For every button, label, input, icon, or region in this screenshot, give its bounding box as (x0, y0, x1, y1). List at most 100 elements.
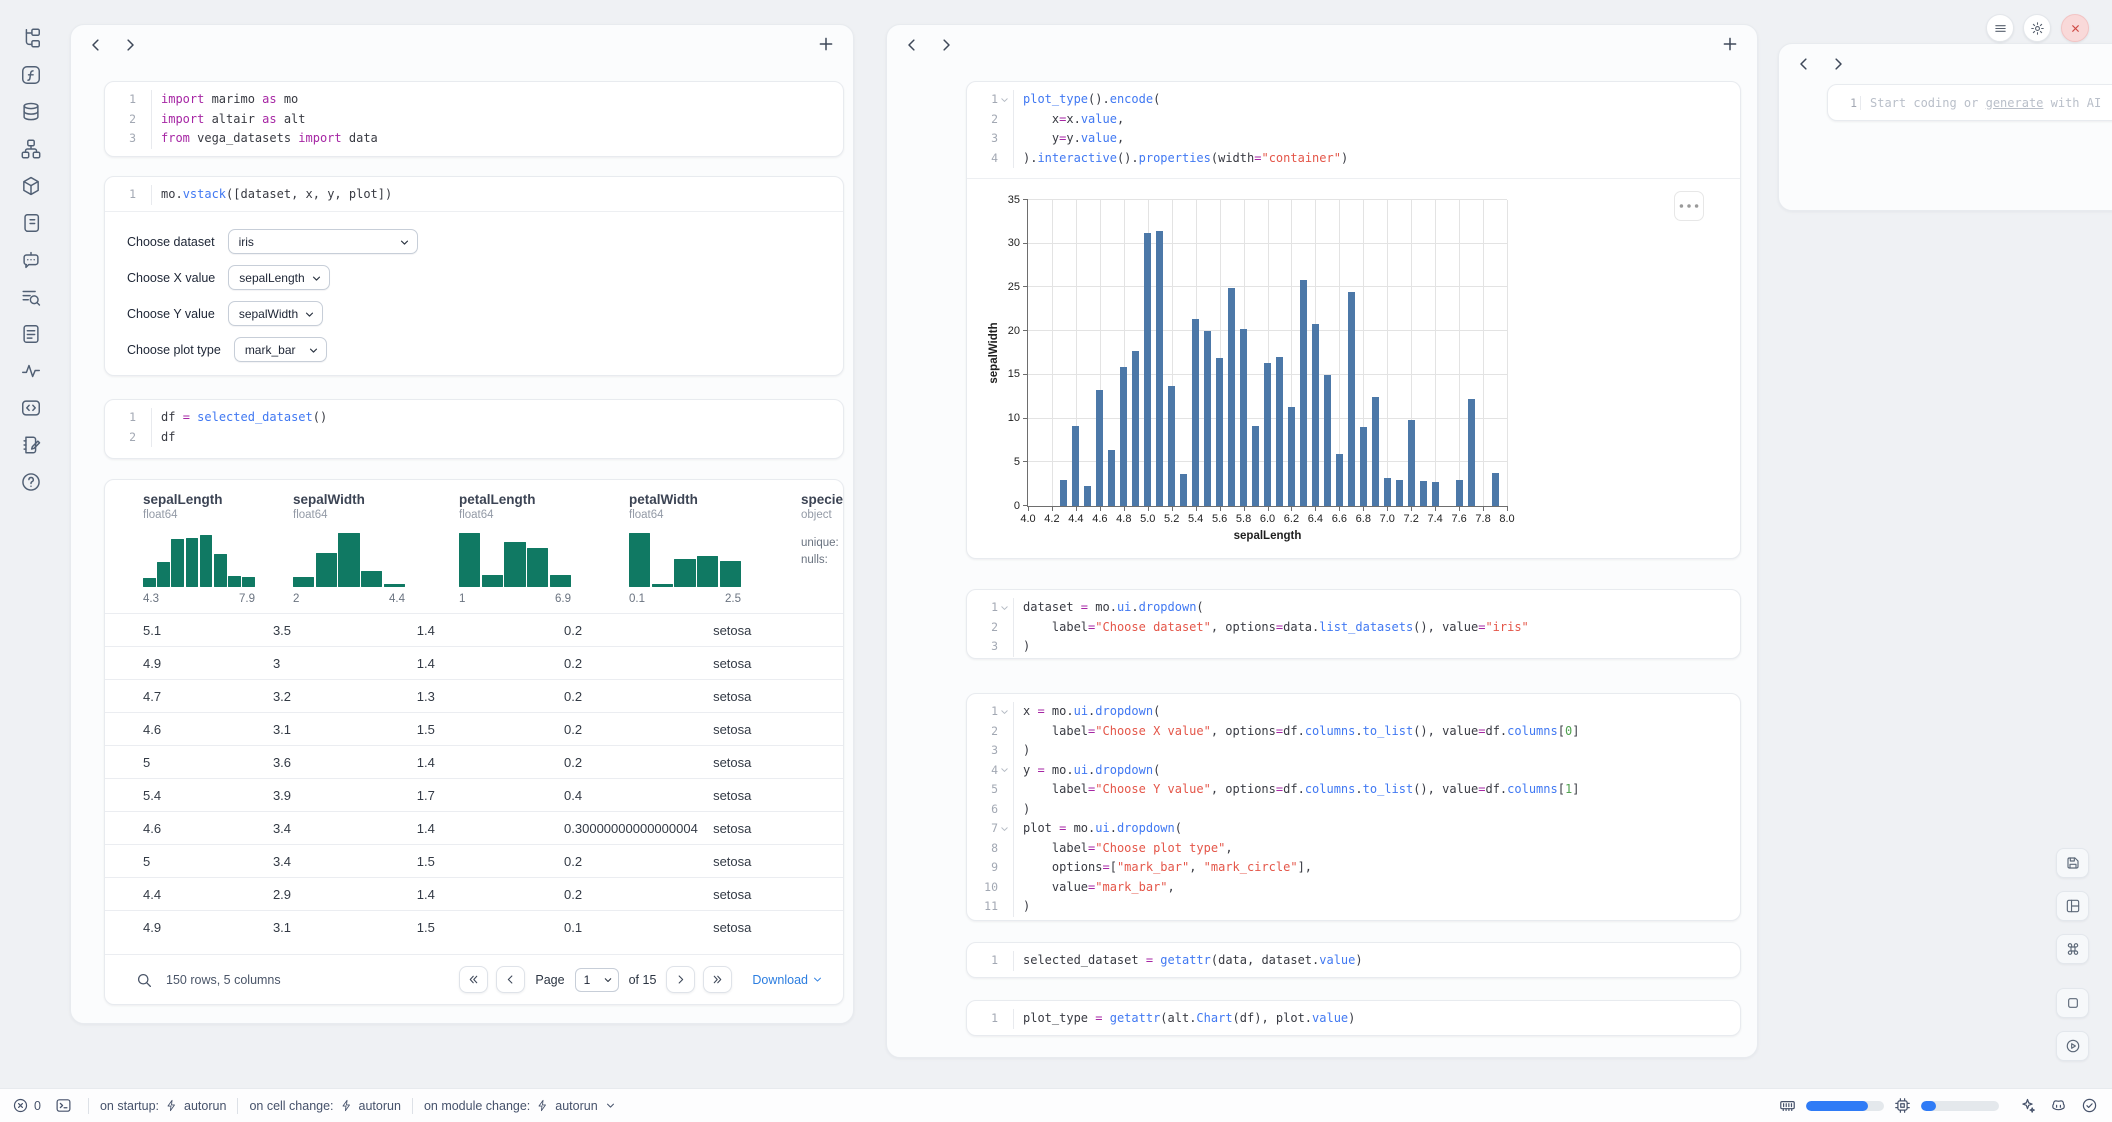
settings-button[interactable] (2023, 14, 2051, 42)
code-text: label="Choose dataset", options=data.lis… (1013, 618, 1529, 638)
code-token: df. (1485, 724, 1507, 738)
code-token: . (1355, 782, 1362, 796)
x-tick-mark (1124, 506, 1125, 511)
code-token: ( (1196, 600, 1203, 614)
code-text: df (151, 428, 175, 448)
fold-chevron-icon[interactable] (999, 707, 1010, 717)
fold-chevron-icon[interactable] (999, 95, 1010, 105)
code-editor[interactable]: 1plot_type = getattr(alt.Chart(df), plot… (967, 1001, 1740, 1036)
chevron-right-icon[interactable] (1829, 55, 1847, 73)
code-editor[interactable]: 1x = mo.ui.dropdown(2 label="Choose X va… (967, 694, 1740, 921)
column-header[interactable]: petalWidthfloat640.12.5 (629, 492, 801, 605)
code-editor[interactable]: 1mo.vstack([dataset, x, y, plot]) (105, 177, 843, 211)
first-page-button[interactable] (459, 966, 488, 993)
fold-spacer (999, 1014, 1010, 1024)
function-icon[interactable] (20, 64, 42, 86)
table-cell: 1.4 (417, 656, 564, 671)
bar-chart[interactable]: sepalWidth sepalLength 4.04.24.44.64.85.… (1028, 200, 1507, 506)
table-cell: 0.1 (564, 920, 713, 935)
menu-button[interactable] (1986, 14, 2014, 42)
download-button[interactable]: Download (752, 973, 823, 987)
dropdown-select[interactable]: mark_bar (234, 337, 327, 362)
code-input[interactable]: Start coding or generate with AI (1860, 96, 2101, 110)
line-number: 4 (967, 149, 1013, 169)
code-token: ] (1572, 724, 1579, 738)
code-line: 1mo.vstack([dataset, x, y, plot]) (105, 185, 843, 205)
code-token: as (262, 92, 276, 106)
chatbot-icon[interactable] (20, 249, 42, 271)
copilot-icon[interactable] (2050, 1097, 2067, 1114)
code-token: df (161, 430, 175, 444)
column-header[interactable]: sepalLengthfloat644.37.9 (143, 492, 293, 605)
x-tick-mark (1435, 506, 1436, 511)
last-page-button[interactable] (703, 966, 732, 993)
generate-link[interactable]: generate (1986, 96, 2044, 110)
database-icon[interactable] (20, 101, 42, 123)
prev-page-button[interactable] (496, 966, 525, 993)
cpu-icon (1894, 1097, 1911, 1114)
add-cell-icon[interactable] (817, 35, 835, 53)
column-header[interactable]: sepalWidthfloat6424.4 (293, 492, 459, 605)
code-token: label (1023, 841, 1088, 855)
search-icon[interactable] (135, 971, 153, 989)
close-button[interactable] (2061, 14, 2089, 42)
dropdown-select[interactable]: sepalWidth (228, 301, 323, 326)
histogram-bar (720, 561, 741, 587)
fold-chevron-icon[interactable] (999, 824, 1010, 834)
fold-chevron-icon[interactable] (999, 603, 1010, 613)
code-token: mo. (1088, 600, 1117, 614)
chart-bar (1228, 288, 1235, 506)
lightning-icon (536, 1099, 549, 1112)
stop-button[interactable] (2056, 988, 2089, 1018)
file-tree-icon[interactable] (20, 27, 42, 49)
terminal-icon[interactable] (55, 1097, 72, 1114)
column-header[interactable]: speciesobjectunique:nulls: (801, 492, 843, 605)
scratchpad-icon[interactable] (20, 434, 42, 456)
chevron-right-icon[interactable] (937, 36, 955, 54)
code-snippet-icon[interactable] (20, 397, 42, 419)
column-header[interactable]: petalLengthfloat6416.9 (459, 492, 629, 605)
page-select[interactable]: 1 (575, 968, 619, 992)
add-cell-icon[interactable] (1721, 35, 1739, 53)
layout-button[interactable] (2056, 891, 2089, 921)
code-editor[interactable]: 1selected_dataset = getattr(data, datase… (967, 943, 1740, 978)
code-editor[interactable]: 1dataset = mo.ui.dropdown(2 label="Choos… (967, 590, 1740, 659)
help-icon[interactable] (20, 471, 42, 493)
memory-usage-meter[interactable] (1806, 1101, 1884, 1111)
dropdown-select[interactable]: sepalLength (228, 265, 329, 290)
autorun-setting[interactable]: on module change:autorun (424, 1099, 616, 1113)
code-token: dataset (1023, 600, 1081, 614)
scroll-icon[interactable] (20, 212, 42, 234)
x-tick-mark (1196, 506, 1197, 511)
autorun-setting[interactable]: on cell change:autorun (249, 1099, 401, 1113)
chevron-left-icon[interactable] (87, 36, 105, 54)
package-icon[interactable] (20, 175, 42, 197)
chart-output[interactable]: sepalWidth sepalLength 4.04.24.44.64.85.… (967, 178, 1740, 558)
dropdown-select[interactable]: iris (228, 229, 418, 254)
code-token: x (1023, 704, 1037, 718)
autorun-setting[interactable]: on startup:autorun (100, 1099, 226, 1113)
next-page-button[interactable] (666, 966, 695, 993)
ai-sparkle-icon[interactable] (2019, 1097, 2036, 1114)
code-editor[interactable]: 1plot_type().encode(2 x=x.value,3 y=y.va… (967, 82, 1740, 174)
search-list-icon[interactable] (20, 286, 42, 308)
network-icon[interactable] (20, 138, 42, 160)
command-button[interactable] (2056, 934, 2089, 964)
chart-actions-button[interactable] (1674, 191, 1704, 221)
error-indicator[interactable]: 0 (12, 1097, 41, 1114)
save-button[interactable] (2056, 848, 2089, 878)
activity-icon[interactable] (20, 360, 42, 382)
code-token: (width (1211, 151, 1254, 165)
chevron-right-icon[interactable] (121, 36, 139, 54)
code-editor[interactable]: 1df = selected_dataset()2df (105, 400, 843, 453)
document-icon[interactable] (20, 323, 42, 345)
fold-chevron-icon[interactable] (999, 765, 1010, 775)
y-tick-label: 0 (1014, 500, 1020, 512)
chevron-left-icon[interactable] (903, 36, 921, 54)
chevron-down-icon (605, 1100, 616, 1111)
play-button[interactable] (2056, 1031, 2089, 1061)
chevron-left-icon[interactable] (1795, 55, 1813, 73)
connection-status-icon[interactable] (2081, 1097, 2098, 1114)
code-editor[interactable]: 1import marimo as mo2import altair as al… (105, 82, 843, 155)
cpu-usage-meter[interactable] (1921, 1101, 1999, 1111)
